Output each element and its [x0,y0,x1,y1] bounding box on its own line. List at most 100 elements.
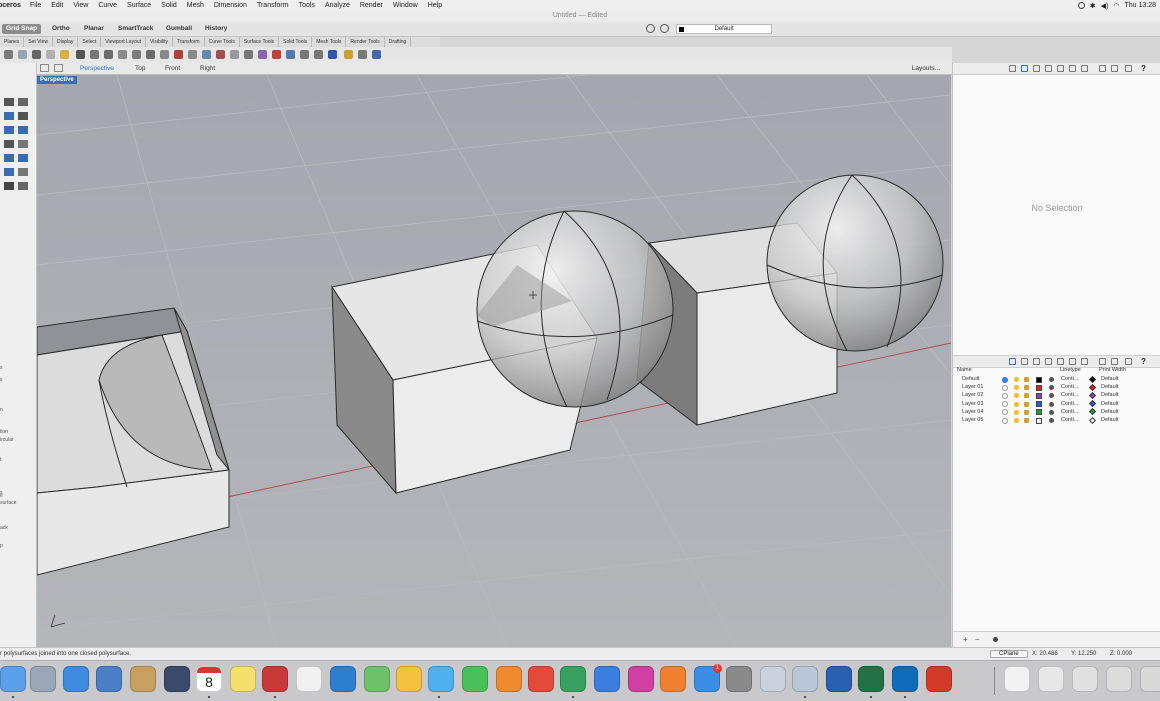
layer-color-swatch[interactable] [1036,401,1042,408]
acrobat-app[interactable] [926,666,952,692]
tab-mesh-tools[interactable]: Mesh Tools [312,37,347,47]
tab-select[interactable]: Select [78,37,102,47]
four-views-icon[interactable] [202,50,211,59]
middle-sphere[interactable] [476,210,674,408]
menu-render[interactable]: Render [355,2,388,9]
hide-icon[interactable] [216,50,225,59]
text-tool-icon[interactable] [18,154,28,162]
doc4-app[interactable] [1106,666,1132,692]
chrome-app[interactable] [528,666,554,692]
layer-print-width[interactable]: Default [1101,384,1118,390]
menu-help[interactable]: Help [423,2,447,9]
itunes-app[interactable] [628,666,654,692]
light-icon[interactable] [344,50,353,59]
boolean-tool-icon[interactable] [4,140,14,148]
system-preferences-app[interactable] [726,666,752,692]
move-tool-icon[interactable] [4,154,14,162]
zoom-window-icon[interactable] [132,50,141,59]
help-icon[interactable]: ? [1141,64,1146,73]
tab-set-view[interactable]: Set View [24,37,53,47]
doc3-app[interactable] [1072,666,1098,692]
shaded-icon[interactable] [300,50,309,59]
notes-icon[interactable] [1099,358,1106,365]
materials-icon[interactable] [1057,358,1064,365]
layer-row[interactable]: Default Conti... Default [953,375,1160,384]
excel-app[interactable] [858,666,884,692]
tab-drafting[interactable]: Drafting [385,37,412,47]
numbers-app[interactable] [560,666,586,692]
help-icon[interactable] [372,50,381,59]
pages-app[interactable] [496,666,522,692]
menu-tools[interactable]: Tools [294,2,320,9]
lock-icon[interactable] [1024,409,1029,415]
materials-icon[interactable] [1057,65,1064,72]
lights-icon[interactable] [1081,358,1088,365]
panel-toggle-icon[interactable] [1125,65,1132,72]
undo-icon[interactable] [76,50,85,59]
current-layer-radio[interactable] [1002,384,1008,391]
set-cplane-icon[interactable] [188,50,197,59]
menu-analyze[interactable]: Analyze [320,2,355,9]
photo-app[interactable] [792,666,818,692]
current-layer-radio[interactable] [1002,401,1008,408]
calendar-app[interactable]: 8 [196,666,222,692]
rendered-icon[interactable] [286,50,295,59]
visibility-bulb-icon[interactable] [1014,385,1019,391]
layers-panel-icon[interactable] [1009,358,1016,365]
layer-linetype[interactable]: Conti... [1061,384,1078,390]
layer-row[interactable]: Layer 02 Conti... Default [953,391,1160,400]
finder-app[interactable] [0,666,26,692]
material-icon[interactable] [1049,401,1054,407]
add-layer-button[interactable]: + [963,635,968,644]
smarttrack-toggle[interactable]: SmartTrack [118,24,153,34]
layer-row[interactable]: Layer 03 Conti... Default [953,400,1160,409]
print-color-swatch[interactable] [1088,408,1097,416]
lock-icon[interactable] [1024,393,1029,399]
ortho-toggle[interactable]: Ortho [52,24,70,34]
layer-name[interactable]: Layer 02 [962,392,983,398]
layer-print-width[interactable]: Default [1101,417,1118,423]
layer-name[interactable]: Layer 04 [962,409,983,415]
analyze-tool-icon[interactable] [18,182,28,190]
visibility-bulb-icon[interactable] [1014,393,1019,399]
menu-dimension[interactable]: Dimension [209,2,252,9]
layouts-button[interactable]: Layouts... [912,65,940,72]
single-view-icon[interactable] [54,64,63,72]
wireframe-icon[interactable] [314,50,323,59]
column-name[interactable]: Name [957,367,972,373]
undo-view-icon[interactable] [174,50,183,59]
print-color-swatch[interactable] [1088,391,1097,399]
preview2-app[interactable] [760,666,786,692]
layer-row[interactable]: Layer 01 Conti... Default [953,383,1160,392]
print-color-swatch[interactable] [1088,400,1097,408]
lock-icon[interactable] [1024,418,1029,423]
grid-snap-toggle[interactable]: Grid Snap [2,24,42,34]
tab-surface-tools[interactable]: Surface Tools [240,37,280,47]
current-layer-radio[interactable] [1002,417,1008,424]
pan-icon[interactable] [90,50,99,59]
point-tool-icon[interactable] [4,98,14,106]
maps-app[interactable] [364,666,390,692]
properties-icon[interactable] [272,50,281,59]
panel-toggle-icon[interactable] [1125,358,1132,365]
copy-icon[interactable] [46,50,55,59]
lights-icon[interactable] [1081,65,1088,72]
layer-print-width[interactable]: Default [1101,376,1118,382]
display-icon[interactable] [1045,65,1052,72]
lock-icon[interactable] [1024,377,1029,382]
print-icon[interactable] [4,50,13,59]
camera-icon[interactable] [1069,65,1076,72]
tab-render-tools[interactable]: Render Tools [346,37,385,47]
layer-linetype[interactable]: Conti... [1061,376,1078,382]
document-icon[interactable] [1033,358,1040,365]
column-linetype[interactable]: Linetype [1060,367,1081,373]
ibooks-app[interactable] [660,666,686,692]
tab-top[interactable]: Top [135,65,145,72]
visibility-bulb-icon[interactable] [1014,377,1019,382]
contacts-app[interactable] [130,666,156,692]
extrude-tool-icon[interactable] [18,140,28,148]
visibility-bulb-icon[interactable] [1014,409,1019,415]
layer-color-swatch[interactable] [1036,392,1042,399]
layer-name[interactable]: Layer 01 [962,384,983,390]
zoom-selected-icon[interactable] [160,50,169,59]
